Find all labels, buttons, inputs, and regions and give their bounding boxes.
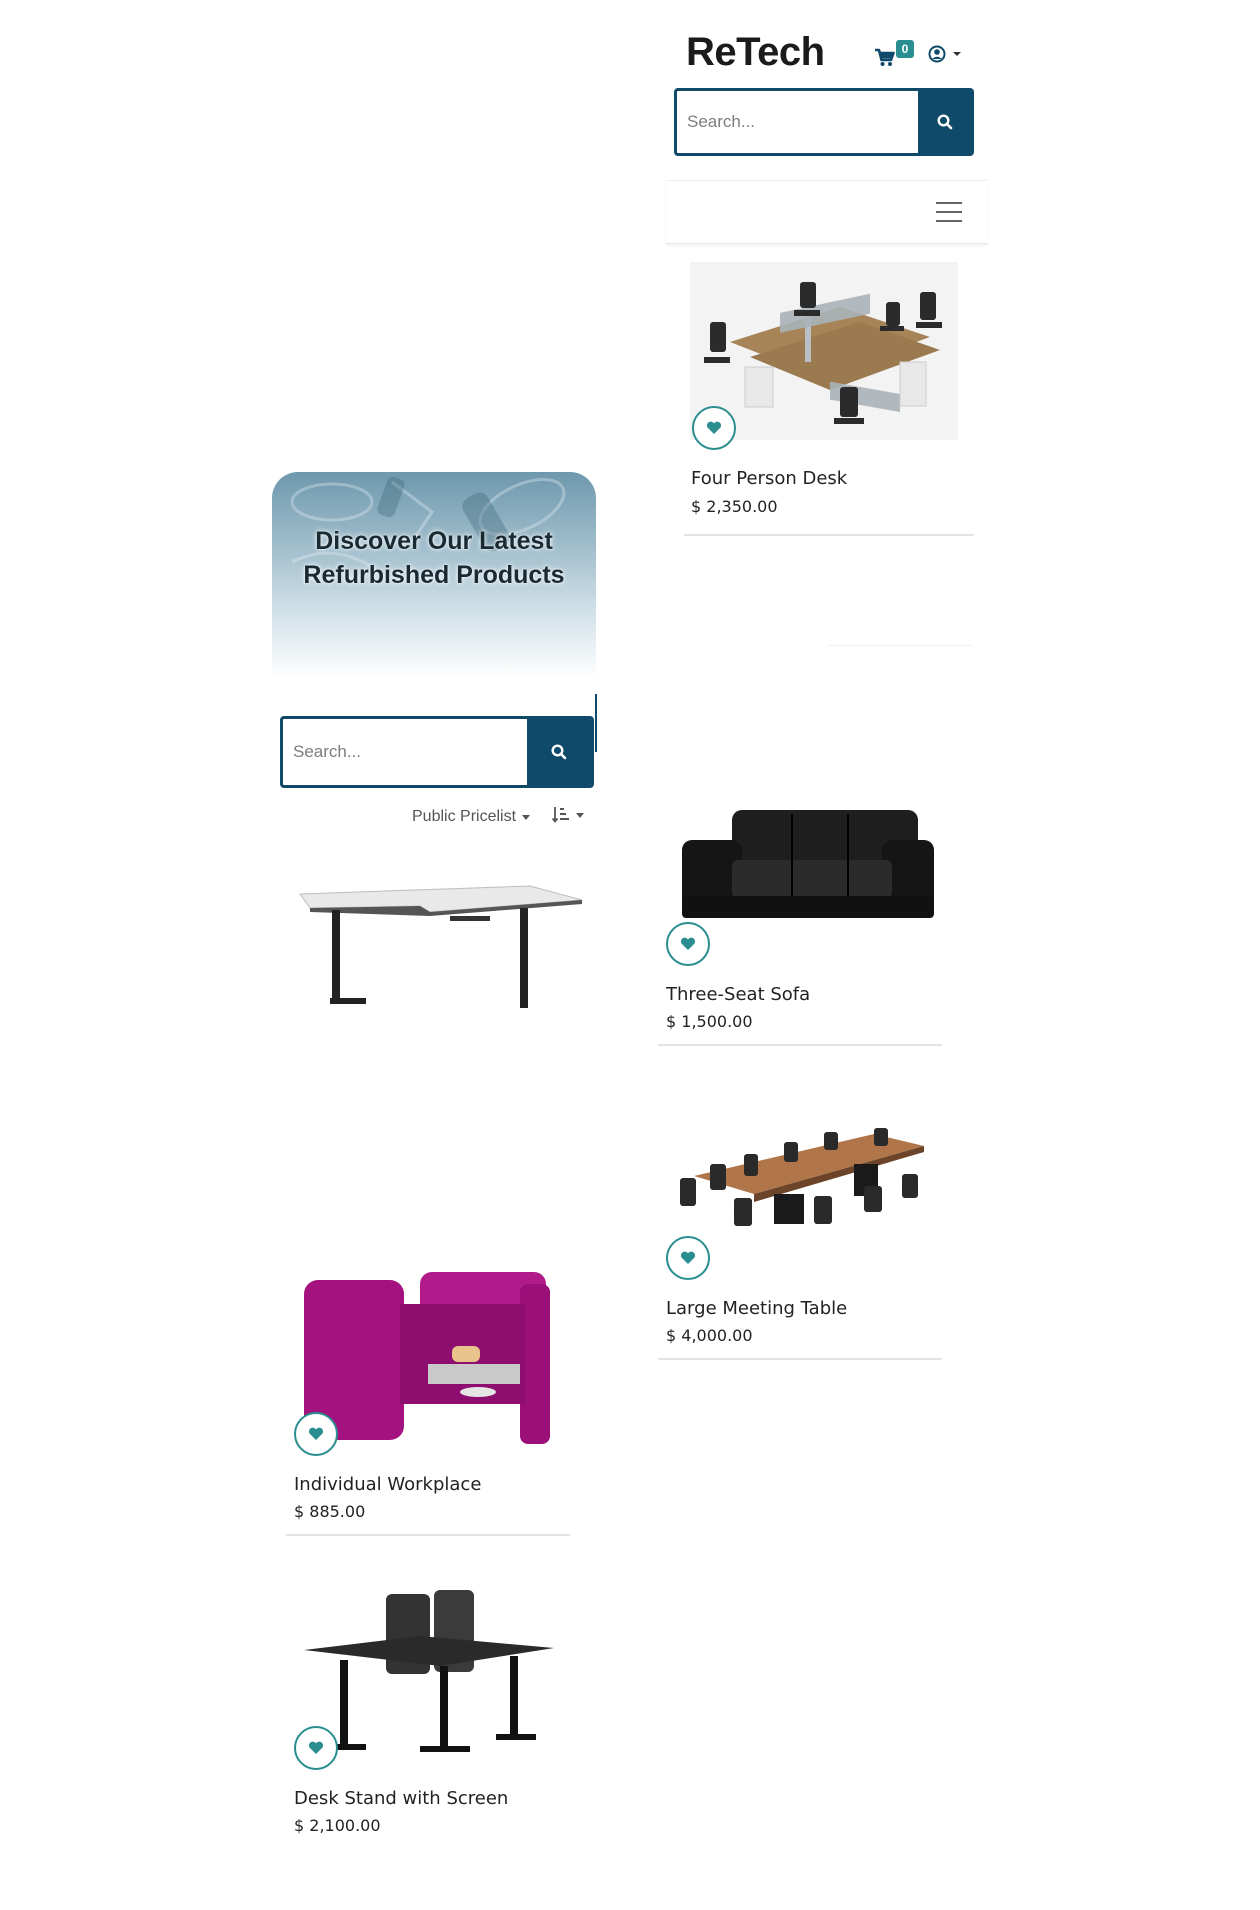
card-divider — [658, 1044, 942, 1046]
pricelist-dropdown[interactable]: Public Pricelist — [412, 808, 531, 826]
corner-desk-image — [299, 885, 583, 1008]
user-icon — [928, 45, 961, 63]
heart-icon — [308, 1741, 324, 1754]
scroll-indicator — [595, 694, 597, 752]
sort-dropdown[interactable] — [552, 806, 584, 824]
heart-icon — [680, 937, 696, 950]
desk-stand-image — [304, 1590, 554, 1752]
heart-icon — [706, 421, 722, 434]
heart-icon — [680, 1251, 696, 1264]
hero-title-line1: Discover Our Latest — [315, 527, 553, 555]
cart-count-badge: 0 — [896, 40, 914, 58]
menu-icon[interactable] — [936, 202, 962, 222]
header-search — [674, 88, 974, 156]
product-price: $ 1,500.00 — [666, 1012, 753, 1031]
workplace-image — [304, 1272, 550, 1444]
product-image-three-seat-sofa[interactable] — [672, 800, 938, 936]
wishlist-button-desk-stand-with-screen[interactable] — [294, 1726, 338, 1770]
card-divider — [684, 534, 974, 536]
product-image-desk-stand-with-screen[interactable] — [300, 1586, 558, 1756]
search-icon — [551, 744, 567, 760]
card-divider — [286, 1534, 570, 1536]
product-name[interactable]: Desk Stand with Screen — [294, 1788, 508, 1809]
products-search-button[interactable] — [527, 719, 591, 785]
products-search — [280, 716, 594, 788]
sort-icon — [552, 807, 569, 823]
header-search-input[interactable] — [677, 91, 918, 153]
wishlist-button-large-meeting-table[interactable] — [666, 1236, 710, 1280]
product-price: $ 885.00 — [294, 1502, 366, 1521]
user-menu-button[interactable] — [928, 44, 968, 68]
wishlist-button-three-seat-sofa[interactable] — [666, 922, 710, 966]
pricelist-label: Public Pricelist — [412, 808, 517, 825]
product-price: $ 2,100.00 — [294, 1816, 381, 1835]
hero-banner: Discover Our Latest Refurbished Products — [272, 472, 596, 678]
wishlist-button-individual-workplace[interactable] — [294, 1412, 338, 1456]
brand-logo[interactable]: ReTech — [686, 30, 825, 75]
product-name[interactable]: Individual Workplace — [294, 1474, 481, 1495]
card-divider — [658, 1358, 942, 1360]
heart-icon — [308, 1427, 324, 1440]
search-icon — [936, 114, 952, 130]
products-search-input[interactable] — [283, 719, 527, 785]
wishlist-button-four-person-desk[interactable] — [692, 406, 736, 450]
product-name[interactable]: Large Meeting Table — [666, 1298, 847, 1319]
product-price: $ 4,000.00 — [666, 1326, 753, 1345]
product-price: $ 2,350.00 — [691, 497, 778, 516]
product-name[interactable]: Four Person Desk — [691, 468, 847, 489]
hero-title-line2: Refurbished Products — [303, 561, 565, 589]
product-name[interactable]: Three-Seat Sofa — [666, 984, 810, 1005]
product-image-individual-workplace[interactable] — [300, 1264, 558, 1450]
meeting-table-image — [680, 1128, 924, 1226]
header-search-button[interactable] — [918, 91, 971, 153]
product-image-corner-desk[interactable] — [290, 878, 592, 1010]
product-image-large-meeting-table[interactable] — [674, 1124, 936, 1234]
separator — [828, 645, 972, 646]
chevron-down-icon — [522, 814, 531, 820]
cart-icon — [875, 48, 895, 66]
sofa-image — [682, 810, 934, 918]
chevron-down-icon — [576, 812, 584, 818]
